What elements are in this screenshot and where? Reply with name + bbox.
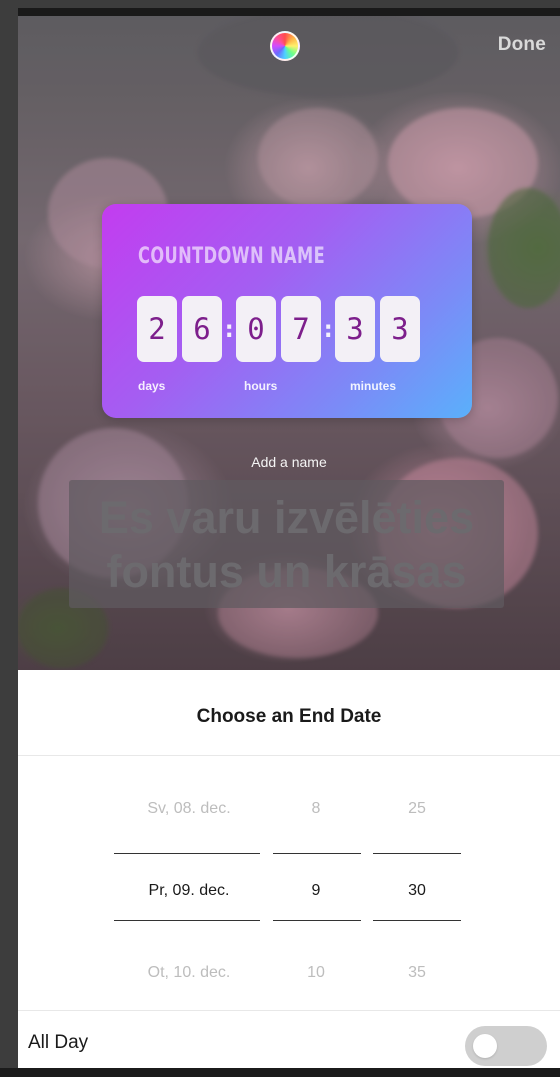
all-day-toggle[interactable] xyxy=(465,1026,547,1066)
done-button[interactable]: Done xyxy=(498,34,546,56)
divider xyxy=(18,755,560,756)
overlay-text-line: fontus un krāsas xyxy=(106,546,467,597)
date-option[interactable]: Sv, 08. dec. xyxy=(114,800,264,818)
overlay-text-line: Es varu izvēlēties xyxy=(98,492,475,543)
add-name-hint[interactable]: Add a name xyxy=(18,454,560,470)
countdown-digit: 0 xyxy=(236,296,276,362)
countdown-digit: 6 xyxy=(182,296,222,362)
picker-selection-line xyxy=(114,853,260,854)
minute-option[interactable]: 35 xyxy=(373,964,461,982)
hour-option-selected[interactable]: 9 xyxy=(272,882,360,900)
all-day-label: All Day xyxy=(28,1032,89,1053)
text-overlay[interactable]: Es varu izvēlēties fontus un krāsas xyxy=(69,480,504,608)
minute-option[interactable]: 25 xyxy=(373,800,461,818)
divider xyxy=(18,1010,560,1011)
colon-separator: : xyxy=(321,315,336,343)
toggle-knob xyxy=(473,1034,497,1058)
sheet-title: Choose an End Date xyxy=(196,706,382,727)
date-option[interactable]: Ot, 10. dec. xyxy=(114,964,264,982)
picker-selection-line xyxy=(373,853,461,854)
countdown-digit: 7 xyxy=(281,296,321,362)
hours-label: hours xyxy=(244,379,278,393)
days-label: days xyxy=(138,379,166,393)
color-wheel-icon[interactable] xyxy=(270,31,300,61)
date-option-selected[interactable]: Pr, 09. dec. xyxy=(114,882,264,900)
story-editor-screen: Done COUNTDOWN NAME 2 6 : 0 7 : 3 3 days… xyxy=(18,8,560,1077)
picker-selection-line xyxy=(114,920,260,921)
picker-selection-line xyxy=(373,920,461,921)
hour-option[interactable]: 10 xyxy=(272,964,360,982)
status-bar-edge xyxy=(18,8,560,16)
countdown-digit: 3 xyxy=(380,296,420,362)
minutes-label: minutes xyxy=(350,379,397,393)
minute-option-selected[interactable]: 30 xyxy=(373,882,461,900)
end-date-sheet: Choose an End Date Sv, 08. dec. 8 25 Pr,… xyxy=(18,670,560,1077)
countdown-digits: 2 6 : 0 7 : 3 3 xyxy=(137,296,420,362)
countdown-sticker[interactable]: COUNTDOWN NAME 2 6 : 0 7 : 3 3 days hour… xyxy=(102,204,472,418)
countdown-digit: 3 xyxy=(335,296,375,362)
hour-option[interactable]: 8 xyxy=(272,800,360,818)
bottom-edge xyxy=(0,1068,560,1077)
picker-selection-line xyxy=(273,853,361,854)
picker-selection-line xyxy=(273,920,361,921)
colon-separator: : xyxy=(222,315,237,343)
countdown-name-placeholder[interactable]: COUNTDOWN NAME xyxy=(138,244,325,269)
countdown-digit: 2 xyxy=(137,296,177,362)
